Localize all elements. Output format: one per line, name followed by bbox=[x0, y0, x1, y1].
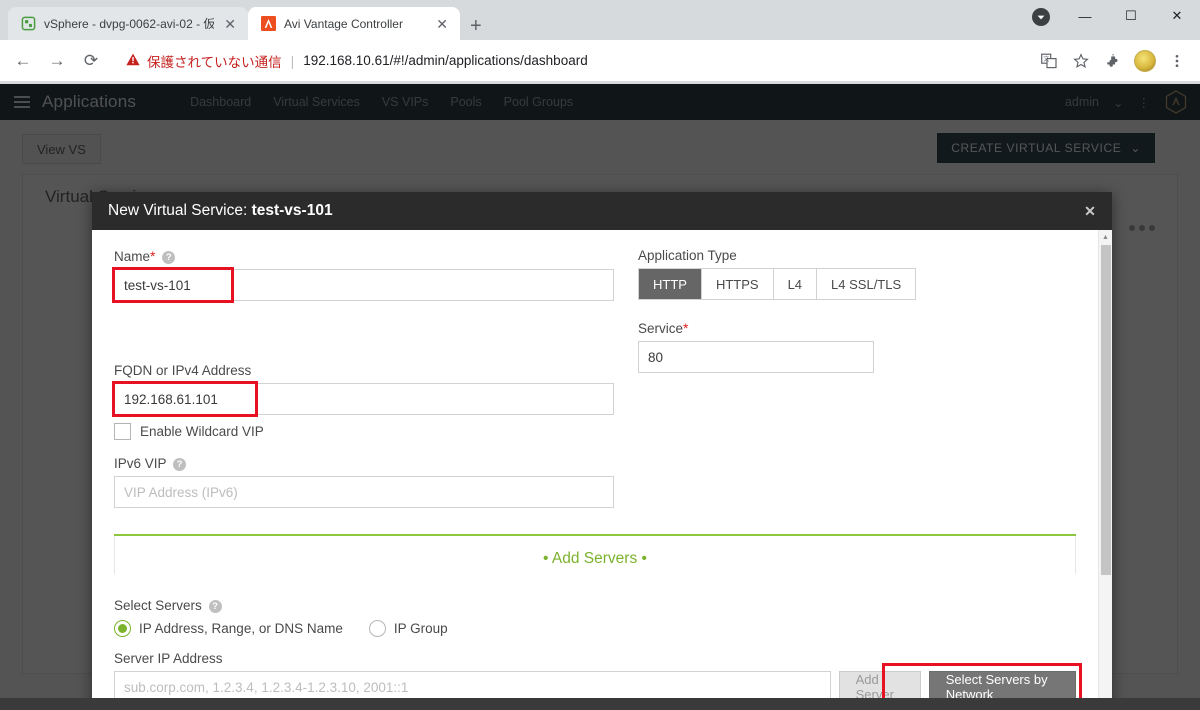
fqdn-field-label: FQDN or IPv4 Address bbox=[114, 363, 252, 378]
browser-tab-avi[interactable]: Avi Vantage Controller ✕ bbox=[248, 7, 460, 40]
select-servers-label: Select Servers ? bbox=[114, 598, 1076, 613]
add-servers-section-header: • Add Servers • bbox=[114, 536, 1076, 574]
svg-text:文: 文 bbox=[1043, 55, 1049, 63]
modal-scrollbar[interactable]: ▲ ▼ bbox=[1098, 230, 1112, 710]
browser-update-icon[interactable] bbox=[1032, 8, 1050, 26]
window-controls: — ☐ ✕ bbox=[1062, 0, 1200, 32]
radio-dot-selected bbox=[114, 620, 131, 637]
translate-icon[interactable]: 文 bbox=[1034, 46, 1064, 76]
tab-title: vSphere - dvpg-0062-avi-02 - 仮 bbox=[44, 17, 215, 31]
tab-close-icon[interactable]: ✕ bbox=[222, 17, 238, 31]
modal-body: Name* ? FQDN or IPv4 Address bbox=[92, 230, 1112, 710]
tab-title: Avi Vantage Controller bbox=[284, 16, 403, 31]
window-close-button[interactable]: ✕ bbox=[1154, 0, 1200, 32]
modal-title-prefix: New Virtual Service: bbox=[108, 202, 252, 219]
modal-header: New Virtual Service: test-vs-101 ✕ bbox=[92, 192, 1112, 230]
server-ip-address-label: Server IP Address bbox=[114, 651, 223, 666]
modal-title-name: test-vs-101 bbox=[251, 202, 333, 219]
ipv6-vip-field-label: IPv6 VIP ? bbox=[114, 456, 614, 471]
vsphere-icon bbox=[20, 16, 36, 32]
new-tab-button[interactable]: + bbox=[470, 16, 482, 36]
radio-label-ip-group: IP Group bbox=[393, 621, 448, 636]
help-icon[interactable]: ? bbox=[208, 599, 222, 613]
wildcard-vip-label: Enable Wildcard VIP bbox=[140, 424, 264, 439]
modal-close-button[interactable]: ✕ bbox=[1068, 192, 1112, 230]
forward-button[interactable]: → bbox=[42, 46, 72, 76]
service-label-text: Service bbox=[638, 321, 684, 336]
tab-close-icon[interactable]: ✕ bbox=[434, 17, 450, 31]
modal-scroll-area: Name* ? FQDN or IPv4 Address bbox=[92, 230, 1098, 710]
wildcard-vip-checkbox[interactable] bbox=[114, 423, 131, 440]
insecure-connection-label: 保護されていない通信 bbox=[147, 54, 282, 70]
page-bottom-strip bbox=[0, 698, 1200, 710]
back-button[interactable]: ← bbox=[8, 46, 38, 76]
required-asterisk: * bbox=[150, 248, 156, 264]
window-minimize-button[interactable]: — bbox=[1062, 0, 1108, 32]
application-type-label: Application Type bbox=[638, 248, 737, 263]
select-servers-label-text: Select Servers bbox=[114, 598, 202, 613]
page-viewport: Applications Dashboard Virtual Services … bbox=[0, 84, 1200, 710]
tab-strip: vSphere - dvpg-0062-avi-02 - 仮 ✕ Avi Van… bbox=[0, 0, 1200, 40]
reload-button[interactable]: ⟳ bbox=[76, 46, 106, 76]
menu-kebab-icon[interactable] bbox=[1162, 46, 1192, 76]
toolbar-icon-group: 文 bbox=[1034, 46, 1192, 76]
name-input[interactable] bbox=[114, 269, 614, 301]
application-type-button-group: HTTP HTTPS L4 L4 SSL/TLS bbox=[638, 268, 917, 300]
extensions-puzzle-icon[interactable] bbox=[1098, 46, 1128, 76]
warning-triangle-icon bbox=[126, 53, 140, 69]
url-text: 192.168.10.61/#!/admin/applications/dash… bbox=[303, 53, 588, 68]
omnibox-separator: | bbox=[290, 52, 295, 69]
browser-window: vSphere - dvpg-0062-avi-02 - 仮 ✕ Avi Van… bbox=[0, 0, 1200, 710]
form-column-left: Name* ? FQDN or IPv4 Address bbox=[112, 248, 614, 508]
bookmark-star-icon[interactable] bbox=[1066, 46, 1096, 76]
help-icon[interactable]: ? bbox=[173, 457, 187, 471]
avi-icon bbox=[260, 16, 276, 32]
fqdn-input[interactable] bbox=[114, 383, 614, 415]
scrollbar-thumb[interactable] bbox=[1101, 245, 1111, 575]
select-servers-radio-group: IP Address, Range, or DNS Name IP Group bbox=[114, 620, 1076, 637]
address-bar[interactable]: 保護されていない通信 | 192.168.10.61/#!/admin/appl… bbox=[116, 47, 1030, 75]
scroll-up-arrow[interactable]: ▲ bbox=[1099, 230, 1112, 244]
app-type-http[interactable]: HTTP bbox=[639, 269, 702, 299]
browser-toolbar: ← → ⟳ 保護されていない通信 | 192.168.10.61/#!/admi… bbox=[0, 40, 1200, 82]
radio-ip-address-range-dns[interactable]: IP Address, Range, or DNS Name bbox=[114, 620, 343, 637]
browser-tab-vsphere[interactable]: vSphere - dvpg-0062-avi-02 - 仮 ✕ bbox=[8, 7, 248, 40]
ipv6-label-text: IPv6 VIP bbox=[114, 456, 167, 471]
form-column-right: Application Type HTTP HTTPS L4 L4 SSL/TL… bbox=[638, 248, 1076, 508]
name-field-label: Name* ? bbox=[114, 248, 614, 264]
ipv6-vip-input[interactable] bbox=[114, 476, 614, 508]
service-input[interactable] bbox=[638, 341, 874, 373]
enable-wildcard-vip-row[interactable]: Enable Wildcard VIP bbox=[114, 423, 614, 440]
radio-ip-group[interactable]: IP Group bbox=[368, 620, 448, 637]
required-asterisk: * bbox=[683, 320, 689, 336]
profile-avatar[interactable] bbox=[1130, 46, 1160, 76]
modal-title: New Virtual Service: test-vs-101 bbox=[108, 202, 333, 220]
app-type-l4-ssl-tls[interactable]: L4 SSL/TLS bbox=[817, 269, 916, 299]
app-type-l4[interactable]: L4 bbox=[773, 269, 818, 299]
window-maximize-button[interactable]: ☐ bbox=[1108, 0, 1154, 32]
name-label-text: Name bbox=[114, 249, 151, 264]
app-type-https[interactable]: HTTPS bbox=[701, 269, 774, 299]
form-grid: Name* ? FQDN or IPv4 Address bbox=[112, 248, 1076, 508]
help-icon[interactable]: ? bbox=[162, 250, 176, 264]
new-virtual-service-modal: New Virtual Service: test-vs-101 ✕ Name*… bbox=[92, 192, 1112, 710]
radio-label-ip: IP Address, Range, or DNS Name bbox=[139, 621, 343, 636]
radio-dot bbox=[368, 620, 386, 637]
service-field-label: Service* bbox=[638, 320, 1076, 336]
